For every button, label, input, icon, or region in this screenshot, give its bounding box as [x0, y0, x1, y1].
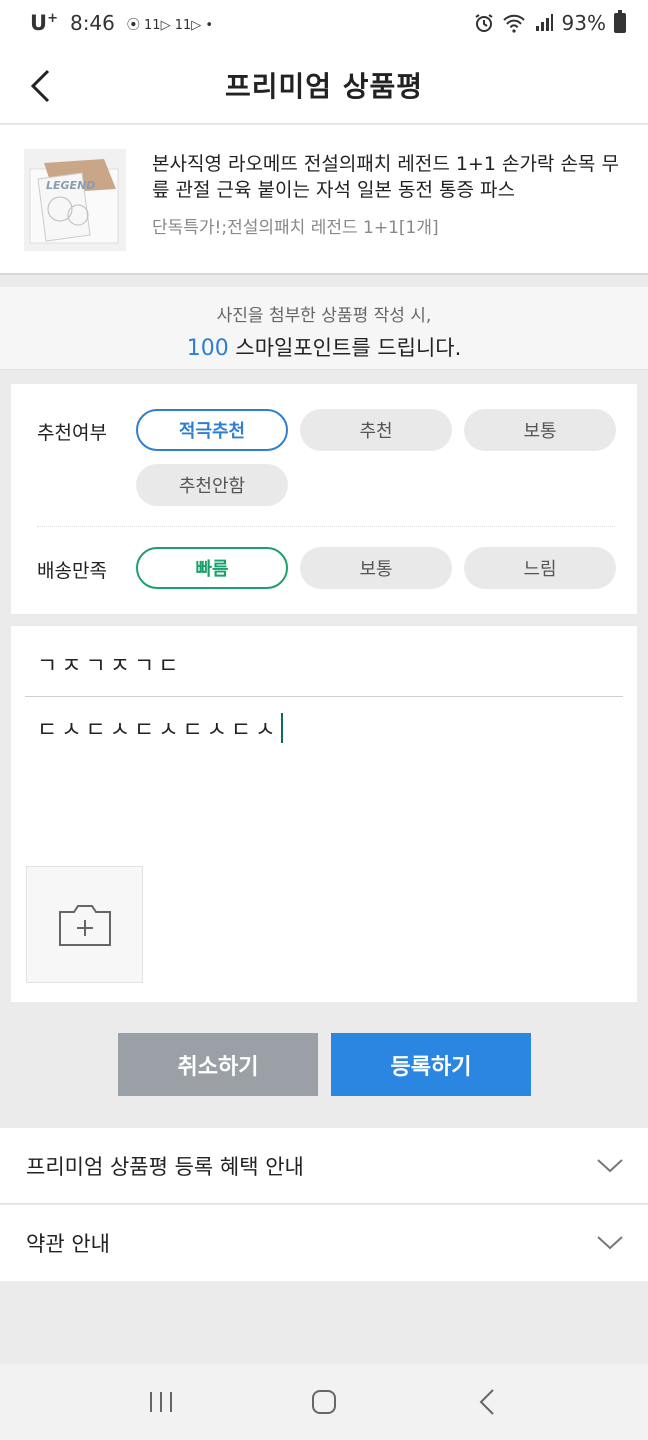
back-arrow-icon — [30, 69, 50, 103]
recommend-option-normal[interactable]: 보통 — [464, 409, 616, 451]
photo-review-promo: 사진을 첨부한 상품평 작성 시, 100 스마일포인트를 드립니다. — [0, 287, 648, 370]
system-back-button[interactable] — [457, 1372, 517, 1432]
product-title[interactable]: 본사직영 라오메뜨 전설의패치 레전드 1+1 손가락 손목 무릎 관절 근육 … — [152, 151, 622, 203]
review-body-input[interactable]: ㄷㅅㄷㅅㄷㅅㄷㅅㄷㅅ — [37, 712, 284, 744]
system-back-icon — [479, 1389, 494, 1415]
back-button[interactable] — [20, 66, 60, 106]
promo-line2: 100 스마일포인트를 드립니다. — [0, 332, 648, 362]
terms-info-label: 약관 안내 — [26, 1232, 110, 1256]
terms-info-row[interactable]: 약관 안내 — [0, 1205, 648, 1281]
system-nav-bar — [0, 1364, 648, 1440]
benefit-info-row[interactable]: 프리미엄 상품평 등록 혜택 안내 — [0, 1128, 648, 1204]
cancel-button[interactable]: 취소하기 — [118, 1033, 318, 1096]
review-body-text: ㄷㅅㄷㅅㄷㅅㄷㅅㄷㅅ — [37, 718, 280, 743]
review-divider — [25, 696, 623, 697]
camera-plus-icon — [58, 904, 111, 946]
rating-divider — [37, 526, 615, 527]
promo-point-amount: 100 — [186, 336, 229, 361]
product-thumbnail: LEGEND — [24, 149, 126, 251]
promo-line2-text: 스마일포인트를 드립니다. — [235, 336, 462, 360]
recommend-option-not[interactable]: 추천안함 — [136, 464, 288, 506]
recommend-option-recommend[interactable]: 추천 — [300, 409, 452, 451]
recommend-option-strong[interactable]: 적극추천 — [136, 409, 288, 451]
benefit-info-label: 프리미엄 상품평 등록 혜택 안내 — [26, 1154, 304, 1179]
svg-text:LEGEND: LEGEND — [46, 179, 95, 192]
review-card: ㄱㅈㄱㅈㄱㄷ ㄷㅅㄷㅅㄷㅅㄷㅅㄷㅅ — [11, 626, 637, 1002]
status-bar: U+ 8:46 ⦿ 11▷ 11▷ • 93% — [0, 0, 648, 46]
recent-apps-icon — [150, 1392, 173, 1412]
page-title: 프리미엄 상품평 — [224, 69, 424, 103]
carrier-label: U+ — [30, 11, 58, 35]
product-option: 단독특가!;전설의패치 레전드 1+1[1개] — [152, 218, 439, 238]
text-cursor — [281, 713, 284, 743]
recent-apps-button[interactable] — [131, 1372, 191, 1432]
review-title-input[interactable]: ㄱㅈㄱㅈㄱㄷ — [37, 648, 182, 680]
promo-line1: 사진을 첨부한 상품평 작성 시, — [216, 306, 432, 326]
submit-button[interactable]: 등록하기 — [331, 1033, 531, 1096]
recommend-label: 추천여부 — [37, 422, 107, 444]
battery-icon — [614, 10, 626, 33]
product-summary: LEGEND 본사직영 라오메뜨 전설의패치 레전드 1+1 손가락 손목 무릎… — [0, 125, 648, 275]
notification-icons: ⦿ 11▷ 11▷ • — [126, 17, 214, 33]
signal-icon — [535, 14, 553, 31]
delivery-option-fast[interactable]: 빠름 — [136, 547, 288, 589]
clock: 8:46 — [69, 11, 115, 35]
chevron-down-icon — [597, 1236, 623, 1250]
home-icon — [311, 1390, 336, 1414]
chevron-down-icon — [597, 1158, 623, 1172]
carrier-name: U — [30, 11, 48, 35]
alarm-icon — [474, 14, 493, 32]
carrier-sup: + — [47, 11, 58, 26]
delivery-option-normal[interactable]: 보통 — [300, 547, 452, 589]
battery-percent: 93% — [561, 11, 606, 35]
add-photo-button[interactable] — [26, 866, 143, 983]
home-button[interactable] — [294, 1372, 354, 1432]
delivery-option-slow[interactable]: 느림 — [464, 547, 616, 589]
rating-card: 추천여부 적극추천 추천 보통 추천안함 배송만족 빠름 보통 느림 — [11, 384, 637, 614]
wifi-icon — [502, 14, 525, 33]
app-header: 프리미엄 상품평 — [0, 46, 648, 124]
delivery-label: 배송만족 — [37, 560, 107, 582]
product-image: LEGEND — [24, 149, 126, 251]
